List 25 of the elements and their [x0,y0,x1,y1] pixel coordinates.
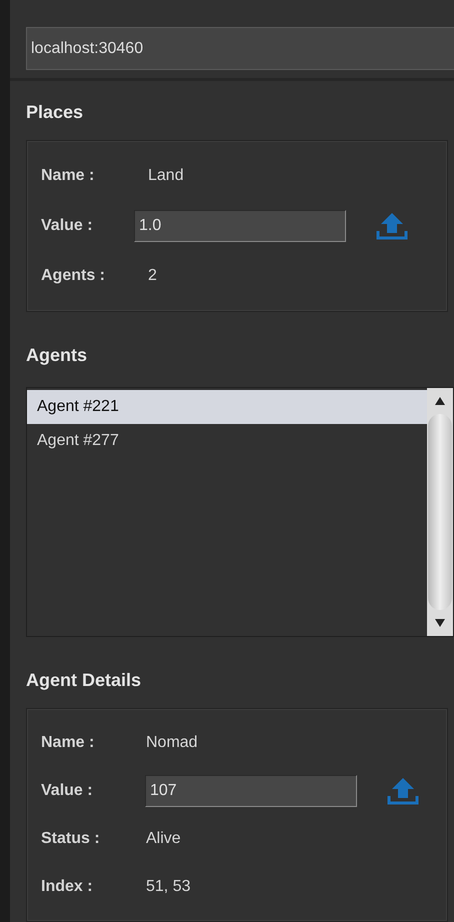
field-label: Name : [41,733,96,753]
value-field[interactable]: 107 [145,775,357,807]
field-label: Status : [41,829,101,849]
field-label: Name : [41,166,96,186]
scroll-down-icon[interactable] [435,619,445,627]
field-label: Value : [41,216,94,236]
field-label: Index : [41,877,94,897]
field-value: 2 [147,266,157,286]
section-title: Agents [25,344,88,368]
value-field[interactable]: 1.0 [134,210,346,242]
upload-button[interactable] [387,776,419,806]
agent-list-item[interactable]: Agent #277 [27,424,427,458]
field-value: Land [147,166,184,186]
field-label: Agents : [41,266,106,286]
field-value: Nomad [145,733,198,753]
agent-list-item[interactable]: Agent #221 [27,390,427,424]
upload-button[interactable] [376,211,408,242]
field-value: 51, 53 [145,877,190,897]
scrollbar[interactable] [427,388,453,636]
section-title: Agent Details [25,669,142,692]
field-label: Value : [41,781,94,801]
address-field[interactable]: localhost:30460 [26,27,454,70]
field-value: Alive [145,829,181,849]
scroll-up-icon[interactable] [435,397,445,406]
section-title: Places [25,101,84,124]
